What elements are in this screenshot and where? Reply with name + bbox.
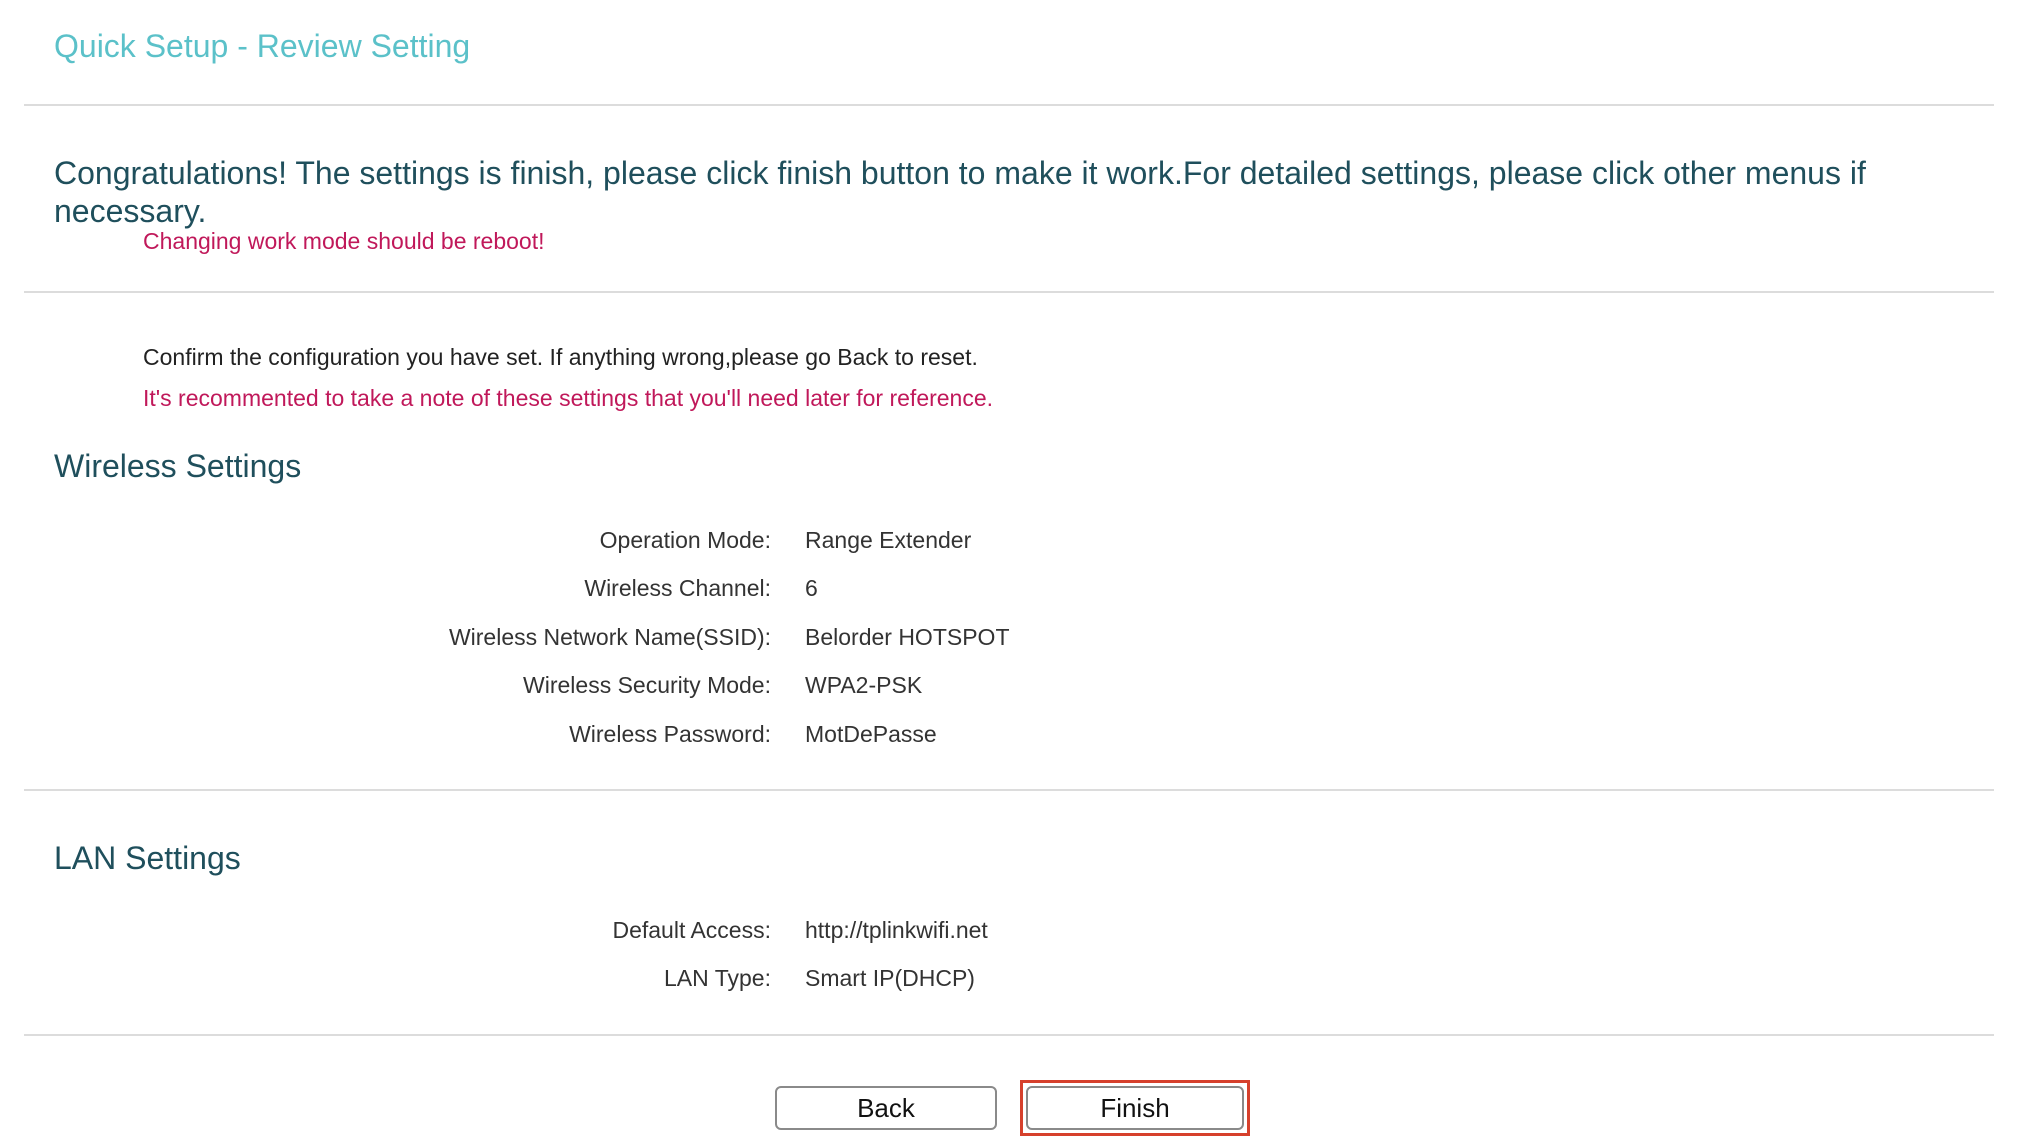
setting-row-ssid: Wireless Network Name(SSID): Belorder HO… bbox=[0, 624, 1400, 658]
divider bbox=[24, 789, 1994, 791]
setting-value: Range Extender bbox=[805, 527, 972, 553]
setting-row-wireless-password: Wireless Password: MotDePasse bbox=[0, 721, 1400, 755]
setting-value: WPA2-PSK bbox=[805, 672, 923, 698]
setting-label: Wireless Channel: bbox=[584, 575, 771, 601]
setting-label: Wireless Security Mode: bbox=[523, 672, 771, 698]
page-title: Quick Setup - Review Setting bbox=[54, 28, 471, 64]
finish-button[interactable]: Finish bbox=[1026, 1086, 1244, 1130]
wireless-settings-heading: Wireless Settings bbox=[54, 448, 302, 484]
confirm-instruction: Confirm the configuration you have set. … bbox=[143, 344, 978, 370]
quick-setup-review-page: Quick Setup - Review Setting Congratulat… bbox=[0, 0, 2018, 1136]
setting-label: Wireless Password: bbox=[569, 721, 771, 747]
setting-value: Belorder HOTSPOT bbox=[805, 624, 1010, 650]
congrats-message: Congratulations! The settings is finish,… bbox=[54, 155, 1866, 229]
setting-value: MotDePasse bbox=[805, 721, 937, 747]
setting-value: Smart IP(DHCP) bbox=[805, 965, 975, 991]
setting-label: Wireless Network Name(SSID): bbox=[448, 624, 771, 650]
divider bbox=[24, 104, 1994, 106]
setting-value: http://tplinkwifi.net bbox=[805, 917, 988, 943]
setting-row-operation-mode: Operation Mode: Range Extender bbox=[0, 527, 1400, 561]
setting-value: 6 bbox=[805, 575, 818, 601]
setting-label: Operation Mode: bbox=[599, 527, 771, 553]
recommendation-note: It's recommented to take a note of these… bbox=[143, 385, 994, 411]
setting-label: Default Access: bbox=[612, 917, 771, 943]
reboot-warning: Changing work mode should be reboot! bbox=[143, 228, 545, 254]
setting-row-default-access: Default Access: http://tplinkwifi.net bbox=[0, 917, 1400, 951]
setting-label: LAN Type: bbox=[664, 965, 771, 991]
divider bbox=[24, 1034, 1994, 1036]
setting-row-lan-type: LAN Type: Smart IP(DHCP) bbox=[0, 965, 1400, 999]
setting-row-wireless-channel: Wireless Channel: 6 bbox=[0, 575, 1400, 609]
divider bbox=[24, 291, 1994, 293]
setting-row-security-mode: Wireless Security Mode: WPA2-PSK bbox=[0, 672, 1400, 706]
back-button[interactable]: Back bbox=[775, 1086, 997, 1130]
lan-settings-heading: LAN Settings bbox=[54, 840, 241, 876]
